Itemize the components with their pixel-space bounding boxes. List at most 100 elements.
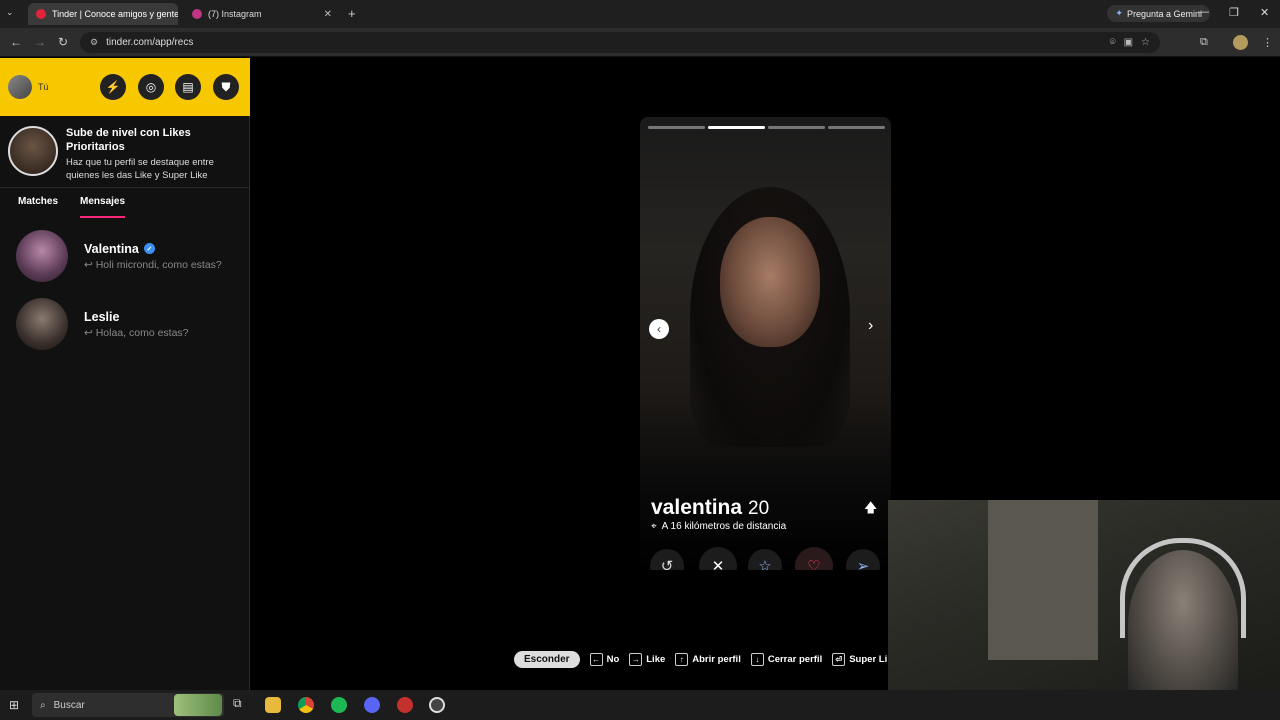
translate-icon[interactable]: ▣ [1124,37,1133,48]
shield-icon[interactable]: ⛊ [213,74,239,100]
search-highlight-image[interactable] [174,694,222,716]
profile-distance: ⌖ A 16 kilómetros de distancia [651,521,786,532]
like-icon[interactable]: ♡ [795,547,833,570]
tab-matches[interactable]: Matches [18,196,58,218]
gemini-sparkle-icon: ✦ [1115,8,1123,18]
close-icon[interactable]: ✕ [324,9,332,20]
profile-name: valentina 20 [651,496,769,520]
sidebar-tabs: Matches Mensajes [0,196,250,218]
super-like-icon[interactable]: ☆ [748,549,782,570]
avatar [8,75,32,99]
search-icon: ⌕ [40,699,46,711]
rewind-icon[interactable]: ↺ [650,549,684,570]
new-tab-button[interactable]: + [348,6,356,21]
shortcut-close-profile: ↓ Cerrar perfil [750,652,822,666]
spotify-icon[interactable] [331,697,347,713]
gemini-button[interactable]: ✦ Pregunta a Gemini [1107,5,1210,22]
reload-icon[interactable]: ↻ [58,35,68,49]
next-photo-button[interactable]: › [868,317,873,335]
shortcut-super-like: ⏎ Super Li [832,652,888,666]
windows-start-icon[interactable]: ⊞ [9,698,19,712]
webcam-background-wall [988,500,1098,660]
back-icon[interactable]: ← [10,35,22,49]
contact-name: Valentina [84,241,139,256]
shortcut-label: No [606,653,620,665]
profile-card[interactable]: ‹ › valentina 20 🡅 ⌖ A 16 kilómetros de … [640,117,891,570]
previous-photo-button[interactable]: ‹ [649,319,669,339]
arrow-down-key-icon: ↓ [750,652,764,666]
boost-send-icon[interactable]: ➢ [846,549,880,570]
omnibox[interactable]: ⚙ tinder.com/app/recs ⌾ ▣ ☆ [80,32,1160,53]
photo-indicator [648,126,705,129]
task-view-icon[interactable]: ⧉ [233,696,242,711]
tab-messages[interactable]: Mensajes [80,196,126,218]
shortcut-nope: ← No [589,652,620,666]
url-text[interactable]: tinder.com/app/recs [106,37,193,48]
restore-icon[interactable]: ❐ [1229,6,1239,19]
app-icon[interactable] [397,697,413,713]
windows-taskbar: ⊞ ⌕ Buscar ⧉ [0,690,1280,720]
browser-tab-bar: ⌄ Tinder | Conoce amigos y gente ✕ (7) I… [0,0,1280,28]
site-info-icon[interactable]: ⚙ [90,37,98,48]
tab-search-chevron-icon[interactable]: ⌄ [6,7,14,18]
nope-icon[interactable]: ✕ [699,547,737,570]
gemini-label: Pregunta a Gemini [1126,8,1202,19]
avatar [16,230,68,282]
tab-tinder[interactable]: Tinder | Conoce amigos y gente ✕ [28,3,178,25]
arrow-right-key-icon: → [629,652,643,666]
webcam-overlay [888,500,1280,690]
tab-title: (7) Instagram [208,9,262,19]
menu-kebab-icon[interactable]: ⋮ [1262,36,1273,49]
shortcut-label: Super Li [849,653,888,665]
list-item[interactable]: Valentina ✓ ↩ Holi microndi, como estas? [0,224,250,288]
distance-text: A 16 kilómetros de distancia [661,521,787,532]
instagram-icon [192,9,202,19]
location-icon[interactable]: ⌾ [1110,37,1116,48]
photo-face-shape [720,217,820,347]
open-profile-arrow-icon[interactable]: 🡅 [864,499,877,521]
photo-indicator [768,126,825,129]
extensions-icon[interactable]: ⧉ [1200,36,1208,49]
tab-title: Tinder | Conoce amigos y gente [52,9,178,19]
last-message: Holi microndi, como estas? [95,258,222,271]
shortcut-label: Abrir perfil [692,653,741,665]
address-toolbar: ← → ↻ ⚙ tinder.com/app/recs ⌾ ▣ ☆ ⧉ ⋮ [0,28,1280,57]
briefcase-icon[interactable]: ▤ [175,74,201,100]
tab-instagram[interactable]: (7) Instagram ✕ [184,3,340,25]
discord-icon[interactable] [364,697,380,713]
photo-indicator-active [708,126,765,129]
search-placeholder: Buscar [53,699,85,711]
sidebar: Tú ⚡ ◎ ▤ ⛊ Sube de nivel con Likes Prior… [0,58,250,690]
enter-key-icon: ⏎ [832,652,846,666]
tinder-icon [36,9,46,19]
bookmark-star-icon[interactable]: ☆ [1141,37,1150,48]
webcam-headset-shape [1120,538,1246,638]
my-profile-button[interactable]: Tú [8,75,49,99]
minimize-icon[interactable]: — [1198,6,1209,18]
boost-icon[interactable]: ⚡ [100,74,126,100]
promo-avatar [8,126,58,176]
sidebar-header: Tú ⚡ ◎ ▤ ⛊ [0,58,250,116]
forward-icon[interactable]: → [34,35,46,49]
profile-avatar[interactable] [1233,35,1248,50]
last-message: Holaa, como estas? [95,326,189,339]
avatar [16,298,68,350]
shortcut-open-profile: ↑ Abrir perfil [675,652,741,666]
promo-title: Sube de nivel con Likes Prioritarios [66,127,191,153]
close-window-icon[interactable]: ✕ [1260,6,1269,19]
contact-name: Leslie [84,309,120,324]
hide-shortcuts-button[interactable]: Esconder [514,650,580,668]
list-item[interactable]: Leslie ↩ Holaa, como estas? [0,292,250,356]
chrome-icon[interactable] [298,697,314,713]
promo-subtitle: Haz que tu perfil se destaque entre quie… [66,157,214,181]
profile-age: 20 [748,498,770,519]
file-explorer-icon[interactable] [265,697,281,713]
arrow-up-key-icon: ↑ [675,652,689,666]
verified-badge-icon: ✓ [143,243,155,254]
keyboard-shortcuts-bar: Esconder ← No → Like ↑ Abrir perfil ↓ Cerrar… [514,650,889,668]
shortcut-label: Like [646,653,666,665]
profile-photo[interactable] [640,117,891,497]
explore-icon[interactable]: ◎ [138,74,164,100]
priority-likes-promo[interactable]: Sube de nivel con Likes Prioritarios Haz… [0,116,250,188]
media-player-icon[interactable] [429,697,445,713]
